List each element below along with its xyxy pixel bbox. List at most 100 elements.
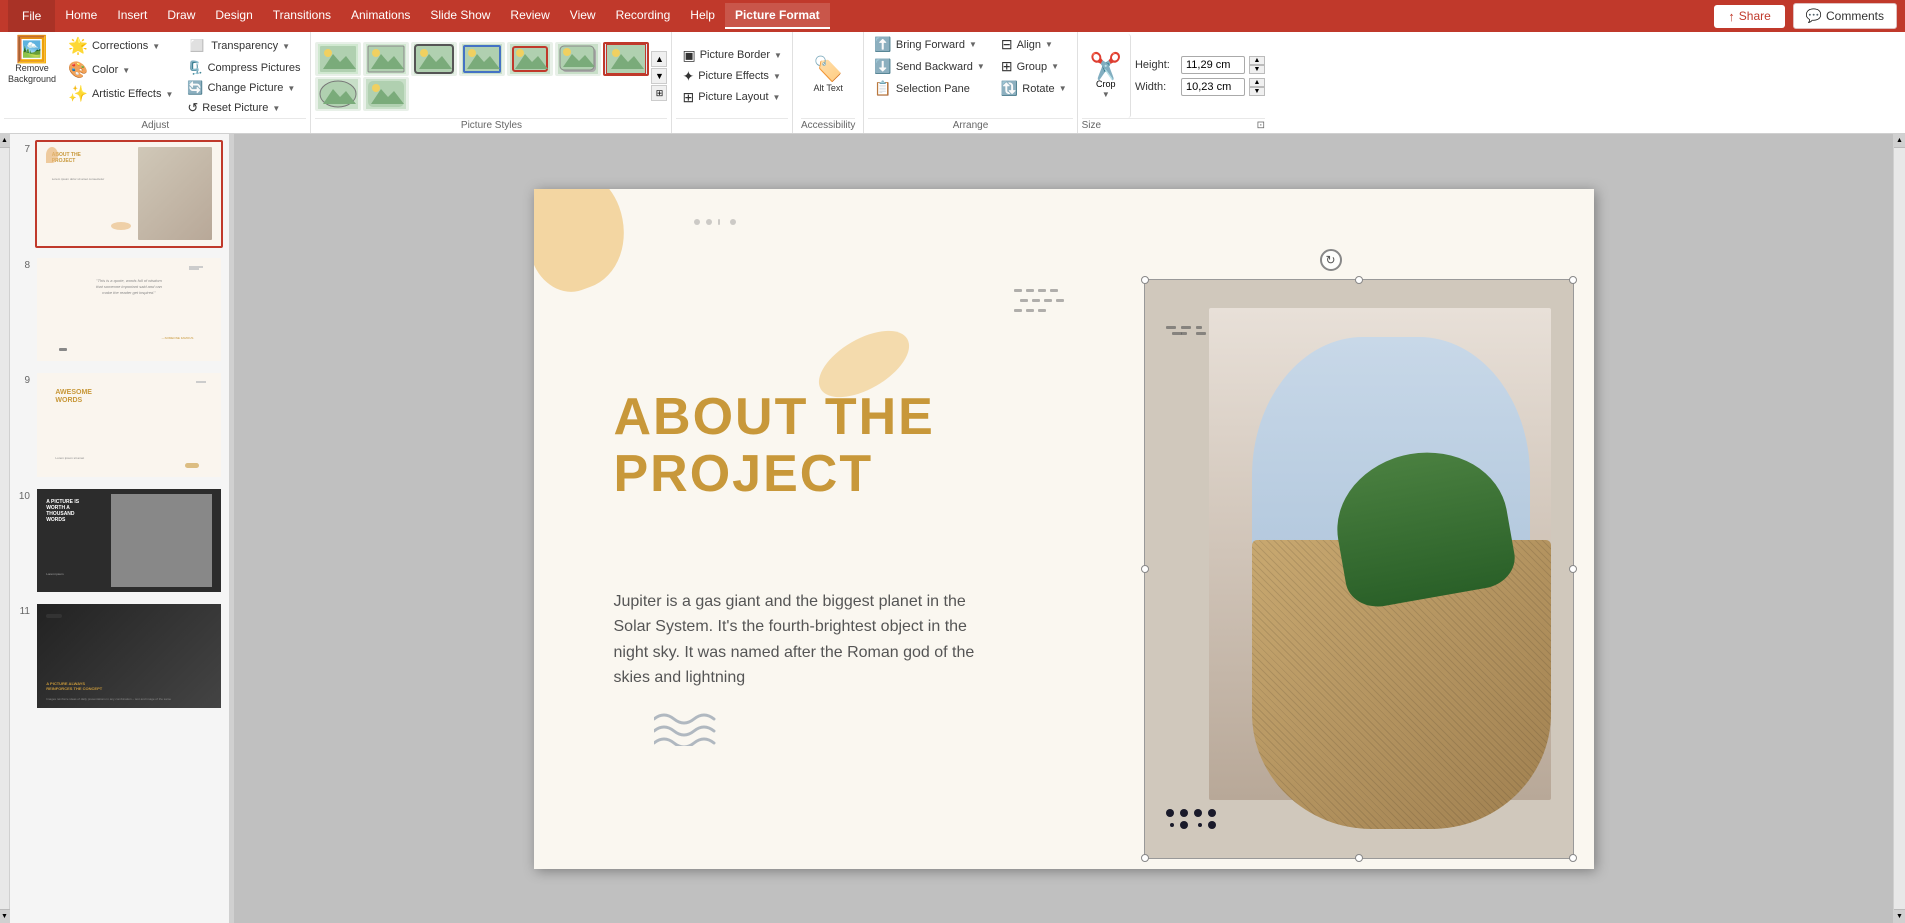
- handle-ml[interactable]: [1141, 565, 1149, 573]
- slide-thumb-9[interactable]: 9 AWESOMEWORDS Lorem ipsum sit amet: [14, 369, 225, 481]
- scroll-up-btn[interactable]: ▲: [0, 134, 10, 148]
- reset-dd-icon: ▼: [272, 104, 280, 113]
- corrections-icon: 🌟: [68, 36, 88, 56]
- file-menu-item[interactable]: File: [8, 0, 55, 32]
- style-thumb-6[interactable]: [555, 42, 601, 76]
- picture-effects-button[interactable]: ✦ Picture Effects ▼: [676, 66, 787, 87]
- menu-view[interactable]: View: [560, 3, 606, 29]
- crop-dd-icon: ▼: [1102, 90, 1110, 99]
- menu-transitions[interactable]: Transitions: [263, 3, 341, 29]
- height-input[interactable]: [1181, 56, 1245, 74]
- style-thumb-8[interactable]: [315, 77, 361, 111]
- menu-picture-format[interactable]: Picture Format: [725, 3, 830, 29]
- deco-blob-topleft: [534, 189, 642, 302]
- picture-layout-dd: ▼: [773, 93, 781, 102]
- transparency-button[interactable]: ◻️ Transparency ▼: [181, 34, 306, 58]
- handle-mr[interactable]: [1569, 565, 1577, 573]
- handle-tr[interactable]: [1569, 276, 1577, 284]
- comments-button[interactable]: 💬 Comments: [1793, 3, 1897, 29]
- gallery-more[interactable]: ⊞: [651, 85, 667, 101]
- bring-forward-button[interactable]: ⬆️ Bring Forward ▼: [868, 34, 990, 55]
- menu-review[interactable]: Review: [500, 3, 559, 29]
- width-label: Width:: [1135, 81, 1177, 93]
- align-button[interactable]: ⊟ Align ▼: [995, 34, 1073, 55]
- width-spin-down[interactable]: ▼: [1249, 87, 1265, 96]
- compress-pictures-button[interactable]: 🗜️ Compress Pictures: [181, 58, 306, 78]
- right-scroll-up[interactable]: ▲: [1894, 134, 1905, 148]
- gallery-scroll-down[interactable]: ▼: [651, 68, 667, 84]
- height-spinner[interactable]: ▲ ▼: [1249, 56, 1265, 74]
- bring-forward-dd: ▼: [969, 40, 977, 49]
- adjust-group-label: Adjust: [4, 118, 306, 131]
- share-icon: ↑: [1728, 9, 1735, 24]
- style-thumb-1[interactable]: [315, 42, 361, 76]
- handle-bc[interactable]: [1355, 854, 1363, 862]
- picture-styles-label: Picture Styles: [315, 118, 667, 131]
- style-thumb-2[interactable]: [363, 42, 409, 76]
- alt-text-button[interactable]: 🏷️ Alt Text: [806, 56, 850, 96]
- menu-insert[interactable]: Insert: [107, 3, 157, 29]
- slide-thumb-8[interactable]: 8 "This is a quote, words full of wisdom…: [14, 254, 225, 366]
- size-expand-icon[interactable]: ⊡: [1257, 120, 1265, 131]
- picture-effects-icon: ✦: [682, 68, 694, 85]
- menu-design[interactable]: Design: [205, 3, 262, 29]
- crop-icon: ✂️: [1090, 53, 1122, 79]
- size-label: Size ⊡: [1082, 118, 1265, 131]
- group-button[interactable]: ⊞ Group ▼: [995, 56, 1073, 77]
- menu-slideshow[interactable]: Slide Show: [420, 3, 500, 29]
- gallery-scroll: ▲ ▼ ⊞: [651, 51, 667, 101]
- selected-picture[interactable]: [1144, 279, 1574, 859]
- ribbon-group-adjust: 🖼️ RemoveBackground 🌟 Corrections ▼ 🎨 Co…: [0, 32, 311, 133]
- artistic-effects-button[interactable]: ✨ Artistic Effects ▼: [62, 82, 179, 106]
- style-thumb-3[interactable]: [411, 42, 457, 76]
- remove-bg-icon: 🖼️: [16, 36, 48, 62]
- slide-thumb-10[interactable]: 10 A PICTURE ISWORTH ATHOUSANDWORDS Lore…: [14, 485, 225, 597]
- reset-picture-button[interactable]: ↺ Reset Picture ▼: [181, 98, 306, 118]
- width-input[interactable]: [1181, 78, 1245, 96]
- style-thumb-4[interactable]: [459, 42, 505, 76]
- comments-icon: 💬: [1806, 8, 1822, 24]
- style-thumb-5[interactable]: [507, 42, 553, 76]
- handle-br[interactable]: [1569, 854, 1577, 862]
- slide-thumb-7[interactable]: 7 ABOUT THEPROJECT Lorem ipsum dolor sit…: [14, 138, 225, 250]
- slide-canvas[interactable]: ABOUT THE PROJECT Jupiter is a gas giant…: [534, 189, 1594, 869]
- menu-help[interactable]: Help: [680, 3, 725, 29]
- handle-tl[interactable]: [1141, 276, 1149, 284]
- remove-background-button[interactable]: 🖼️ RemoveBackground: [4, 34, 60, 87]
- deco-dashes: [1014, 289, 1074, 372]
- menu-draw[interactable]: Draw: [157, 3, 205, 29]
- picture-border-button[interactable]: ▣ Picture Border ▼: [676, 45, 787, 66]
- slide-thumb-11[interactable]: 11 A PICTURE ALWAYSREINFORCES THE CONCEP…: [14, 600, 225, 712]
- canvas-area: ABOUT THE PROJECT Jupiter is a gas giant…: [234, 134, 1893, 923]
- height-spin-down[interactable]: ▼: [1249, 65, 1265, 74]
- color-button[interactable]: 🎨 Color ▼: [62, 58, 179, 82]
- crop-button[interactable]: ✂️ Crop ▼: [1082, 34, 1131, 118]
- handle-bl[interactable]: [1141, 854, 1149, 862]
- alt-text-icon: 🏷️: [813, 58, 843, 82]
- ribbon-group-picture-styles: ▲ ▼ ⊞ Picture Styles: [311, 32, 672, 133]
- handle-tc[interactable]: [1355, 276, 1363, 284]
- style-thumb-7[interactable]: [603, 42, 649, 76]
- group-dd: ▼: [1051, 62, 1059, 71]
- selection-pane-button[interactable]: 📋 Selection Pane: [868, 78, 990, 99]
- height-spin-up[interactable]: ▲: [1249, 56, 1265, 65]
- send-backward-button[interactable]: ⬇️ Send Backward ▼: [868, 56, 990, 77]
- width-spinner[interactable]: ▲ ▼: [1249, 78, 1265, 96]
- menu-animations[interactable]: Animations: [341, 3, 420, 29]
- right-scrollbar[interactable]: ▲ ▼: [1893, 134, 1905, 923]
- menu-home[interactable]: Home: [55, 3, 107, 29]
- left-scrollbar[interactable]: ▲ ▼: [0, 134, 10, 923]
- menu-recording[interactable]: Recording: [606, 3, 681, 29]
- rotation-icon: ↻: [1325, 253, 1335, 267]
- style-thumb-9[interactable]: [363, 77, 409, 111]
- change-picture-button[interactable]: 🔄 Change Picture ▼: [181, 78, 306, 98]
- share-button[interactable]: ↑ Share: [1714, 5, 1785, 28]
- rotation-handle[interactable]: ↻: [1320, 249, 1342, 271]
- width-spin-up[interactable]: ▲: [1249, 78, 1265, 87]
- corrections-button[interactable]: 🌟 Corrections ▼: [62, 34, 179, 58]
- align-icon: ⊟: [1001, 36, 1013, 53]
- gallery-scroll-up[interactable]: ▲: [651, 51, 667, 67]
- picture-border-dd: ▼: [774, 51, 782, 60]
- picture-layout-button[interactable]: ⊞ Picture Layout ▼: [676, 87, 787, 108]
- rotate-button[interactable]: 🔃 Rotate ▼: [995, 78, 1073, 99]
